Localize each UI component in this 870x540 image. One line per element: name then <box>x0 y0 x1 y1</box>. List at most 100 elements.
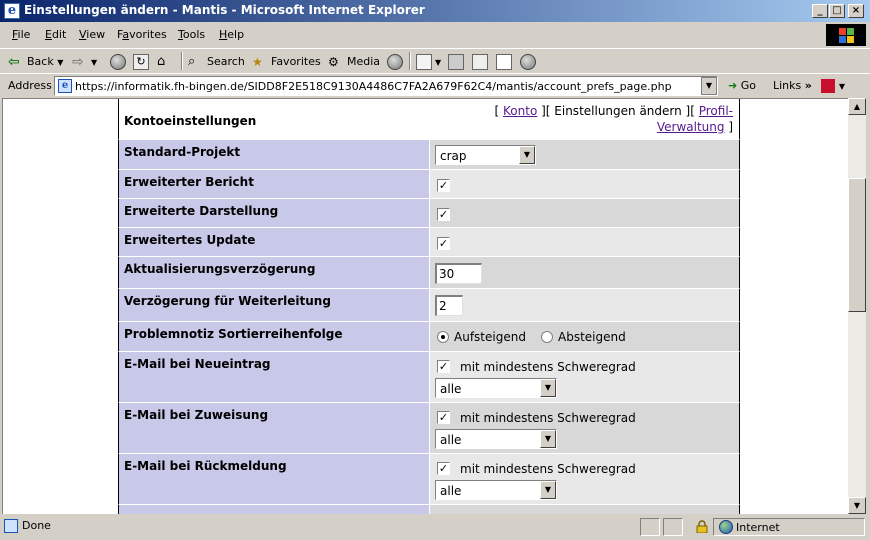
history-button[interactable] <box>387 53 406 71</box>
menu-file[interactable]: File <box>12 28 30 41</box>
home-button[interactable]: ⌂ <box>157 53 176 71</box>
header-nav: [ Konto ][ Einstellungen ändern ][ Profi… <box>494 104 733 134</box>
menu-help[interactable]: Help <box>219 28 244 41</box>
row-standard-projekt: Standard-Projekt crap ▼ <box>118 139 740 169</box>
refresh-button[interactable]: ↻ <box>133 53 152 71</box>
edit-icon <box>472 54 488 70</box>
favorites-star-icon: ★ <box>252 55 263 69</box>
lock-icon <box>696 520 708 534</box>
row-label: E-Mail bei Rückmeldung <box>124 459 287 473</box>
internet-zone-icon <box>719 520 733 534</box>
adobe-icon <box>821 79 836 93</box>
row-email-zuweisung: E-Mail bei Zuweisung ✓ mit mindestens Sc… <box>118 402 740 453</box>
advanced-view-checkbox[interactable]: ✓ <box>437 208 450 221</box>
row-label: Erweiterte Darstellung <box>124 204 279 218</box>
scroll-thumb[interactable] <box>848 178 866 312</box>
row-label: Problemnotiz Sortierreihenfolge <box>124 327 343 341</box>
status-cell <box>663 518 683 536</box>
title-bar: e Einstellungen ändern - Mantis - Micros… <box>0 0 870 22</box>
standard-toolbar: ⇦ Back ▼ ⇨ ▼ ↻ ⌂ ⌕ Search ★ Favorites ⚙ Media… <box>0 48 870 72</box>
row-erweiterter-bericht: Erweiterter Bericht ✓ <box>118 169 740 198</box>
go-button[interactable]: ➜ Go <box>728 79 756 92</box>
scroll-down-button[interactable]: ▼ <box>848 497 866 514</box>
messenger-button[interactable] <box>520 53 539 71</box>
media-icon: ⚙ <box>328 55 339 69</box>
close-button[interactable]: × <box>848 4 864 18</box>
media-button[interactable]: ⚙ Media <box>328 53 380 71</box>
discuss-icon <box>496 54 512 70</box>
mail-button[interactable]: ▼ <box>416 53 441 71</box>
row-erweitertes-update: Erweitertes Update ✓ <box>118 227 740 256</box>
ie-logo-icon: e <box>4 3 20 19</box>
history-icon <box>387 54 403 70</box>
email-assigned-severity-select[interactable]: alle ▼ <box>435 429 557 449</box>
row-sortierreihenfolge: Problemnotiz Sortierreihenfolge Aufsteig… <box>118 321 740 351</box>
link-konto[interactable]: Konto <box>503 104 537 118</box>
home-icon: ⌂ <box>157 54 166 69</box>
radio-aufsteigend[interactable] <box>437 331 449 343</box>
chevron-down-icon: ▼ <box>540 481 556 499</box>
advanced-report-checkbox[interactable]: ✓ <box>437 179 450 192</box>
windows-logo-icon <box>826 24 866 46</box>
radio-absteigend-label: Absteigend <box>558 330 626 344</box>
row-label: Aktualisierungsverzögerung <box>124 262 316 276</box>
links-button[interactable]: Links » ▼ <box>773 79 845 93</box>
radio-absteigend[interactable] <box>541 331 553 343</box>
back-button[interactable]: ⇦ Back ▼ <box>8 53 63 71</box>
page-icon: e <box>58 79 72 93</box>
page-title: Kontoeinstellungen <box>124 114 257 128</box>
edit-button[interactable] <box>472 53 491 71</box>
print-button[interactable] <box>448 53 467 71</box>
favorites-button[interactable]: ★ Favorites <box>252 53 321 71</box>
vertical-scrollbar[interactable]: ▲ ▼ <box>848 98 866 514</box>
forward-arrow-icon: ⇨ <box>72 54 84 70</box>
redirect-delay-input[interactable]: 2 <box>435 295 463 316</box>
menu-edit[interactable]: Edit <box>45 28 66 41</box>
status-bar: Done Internet <box>0 516 870 540</box>
row-erweiterte-darstellung: Erweiterte Darstellung ✓ <box>118 198 740 227</box>
radio-aufsteigend-label: Aufsteigend <box>454 330 526 344</box>
row-label: Erweitertes Update <box>124 233 256 247</box>
stop-icon <box>110 54 126 70</box>
menu-bar: File Edit View Favorites Tools Help <box>0 24 824 46</box>
email-new-severity-select[interactable]: alle ▼ <box>435 378 557 398</box>
refresh-delay-input[interactable]: 30 <box>435 263 482 284</box>
email-feedback-severity-select[interactable]: alle ▼ <box>435 480 557 500</box>
menu-view[interactable]: View <box>79 28 105 41</box>
print-icon <box>448 54 464 70</box>
row-label: Verzögerung für Weiterleitung <box>124 294 331 308</box>
maximize-button[interactable]: □ <box>829 4 845 18</box>
chevron-down-icon: ▼ <box>540 430 556 448</box>
refresh-icon: ↻ <box>133 54 149 70</box>
address-bar: Address e https://informatik.fh-bingen.d… <box>0 73 870 97</box>
toolbar-separator <box>409 52 411 70</box>
minimize-button[interactable]: _ <box>812 4 828 18</box>
email-feedback-checkbox[interactable]: ✓ <box>437 462 450 475</box>
email-feedback-check-label: mit mindestens Schweregrad <box>460 462 636 476</box>
window-title: Einstellungen ändern - Mantis - Microsof… <box>24 3 425 17</box>
email-new-checkbox[interactable]: ✓ <box>437 360 450 373</box>
advanced-update-checkbox[interactable]: ✓ <box>437 237 450 250</box>
preferences-header: Kontoeinstellungen [ Konto ][ Einstellun… <box>118 99 740 139</box>
search-button[interactable]: ⌕ Search <box>188 53 245 71</box>
address-url: https://informatik.fh-bingen.de/SIDD8F2E… <box>75 80 672 93</box>
menu-favorites[interactable]: Favorites <box>117 28 167 41</box>
row-aktualisierungsverzoegerung: Aktualisierungsverzögerung 30 <box>118 256 740 288</box>
row-label: E-Mail bei Zuweisung <box>124 408 269 422</box>
row-email-neueintrag: E-Mail bei Neueintrag ✓ mit mindestens S… <box>118 351 740 402</box>
address-input[interactable]: e https://informatik.fh-bingen.de/SIDD8F… <box>54 76 718 96</box>
project-select[interactable]: crap ▼ <box>435 145 536 165</box>
messenger-icon <box>520 54 536 70</box>
zone-label: Internet <box>736 521 780 534</box>
email-assigned-checkbox[interactable]: ✓ <box>437 411 450 424</box>
address-dropdown-button[interactable]: ▼ <box>701 77 717 95</box>
row-label: Erweiterter Bericht <box>124 175 254 189</box>
forward-button[interactable]: ⇨ ▼ <box>72 53 97 71</box>
discuss-button[interactable] <box>496 53 515 71</box>
page-done-icon <box>4 519 18 533</box>
stop-button[interactable] <box>110 53 129 71</box>
status-cell <box>640 518 660 536</box>
scroll-up-button[interactable]: ▲ <box>848 98 866 115</box>
row-label: Standard-Projekt <box>124 145 241 159</box>
menu-tools[interactable]: Tools <box>178 28 205 41</box>
